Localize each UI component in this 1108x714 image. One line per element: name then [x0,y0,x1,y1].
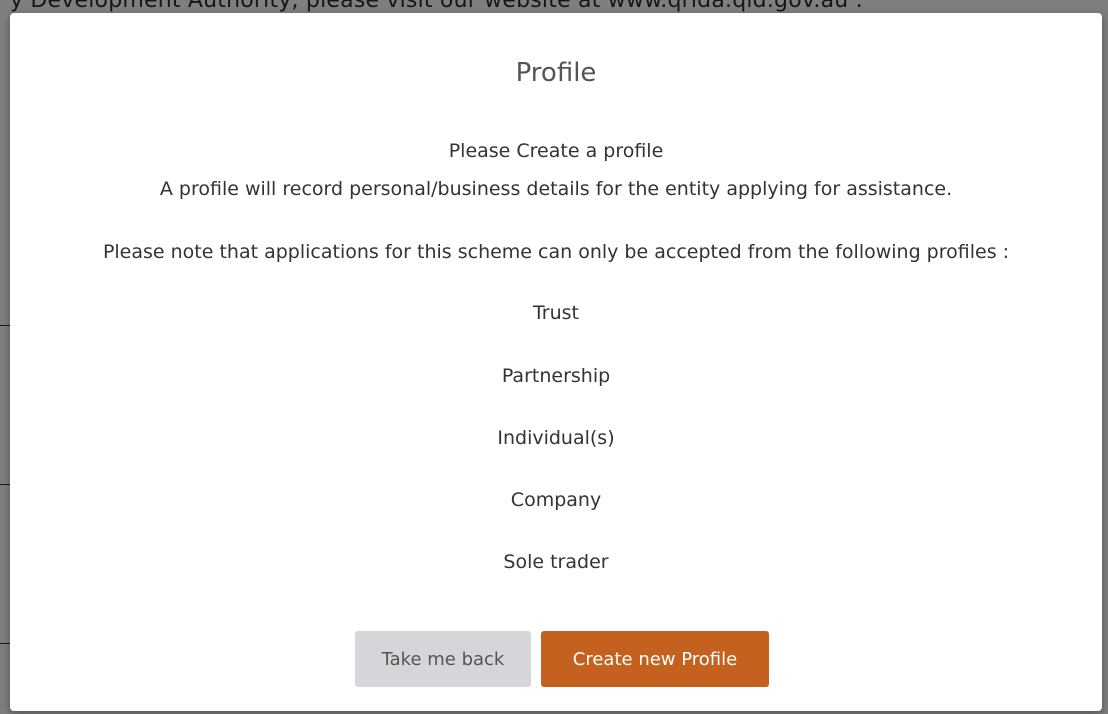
profiles-note: Please note that applications for this s… [102,241,1010,263]
profile-option-trust: Trust [532,302,579,324]
profile-modal: Profile Please Create a profile A profil… [10,13,1102,711]
profile-option-individuals: Individual(s) [497,427,615,449]
take-me-back-button[interactable]: Take me back [355,631,531,687]
intro-text: A profile will record personal/business … [159,178,953,200]
intro-heading: Please Create a profile [448,140,664,162]
modal-footer: Take me back Create new Profile [10,631,1102,687]
profile-option-company: Company [510,489,602,511]
modal-title: Profile [515,58,597,88]
profile-option-sole-trader: Sole trader [503,551,609,573]
profile-option-partnership: Partnership [501,365,611,387]
page: y Development Authority, please visit ou… [0,0,1108,714]
create-new-profile-button[interactable]: Create new Profile [541,631,769,687]
